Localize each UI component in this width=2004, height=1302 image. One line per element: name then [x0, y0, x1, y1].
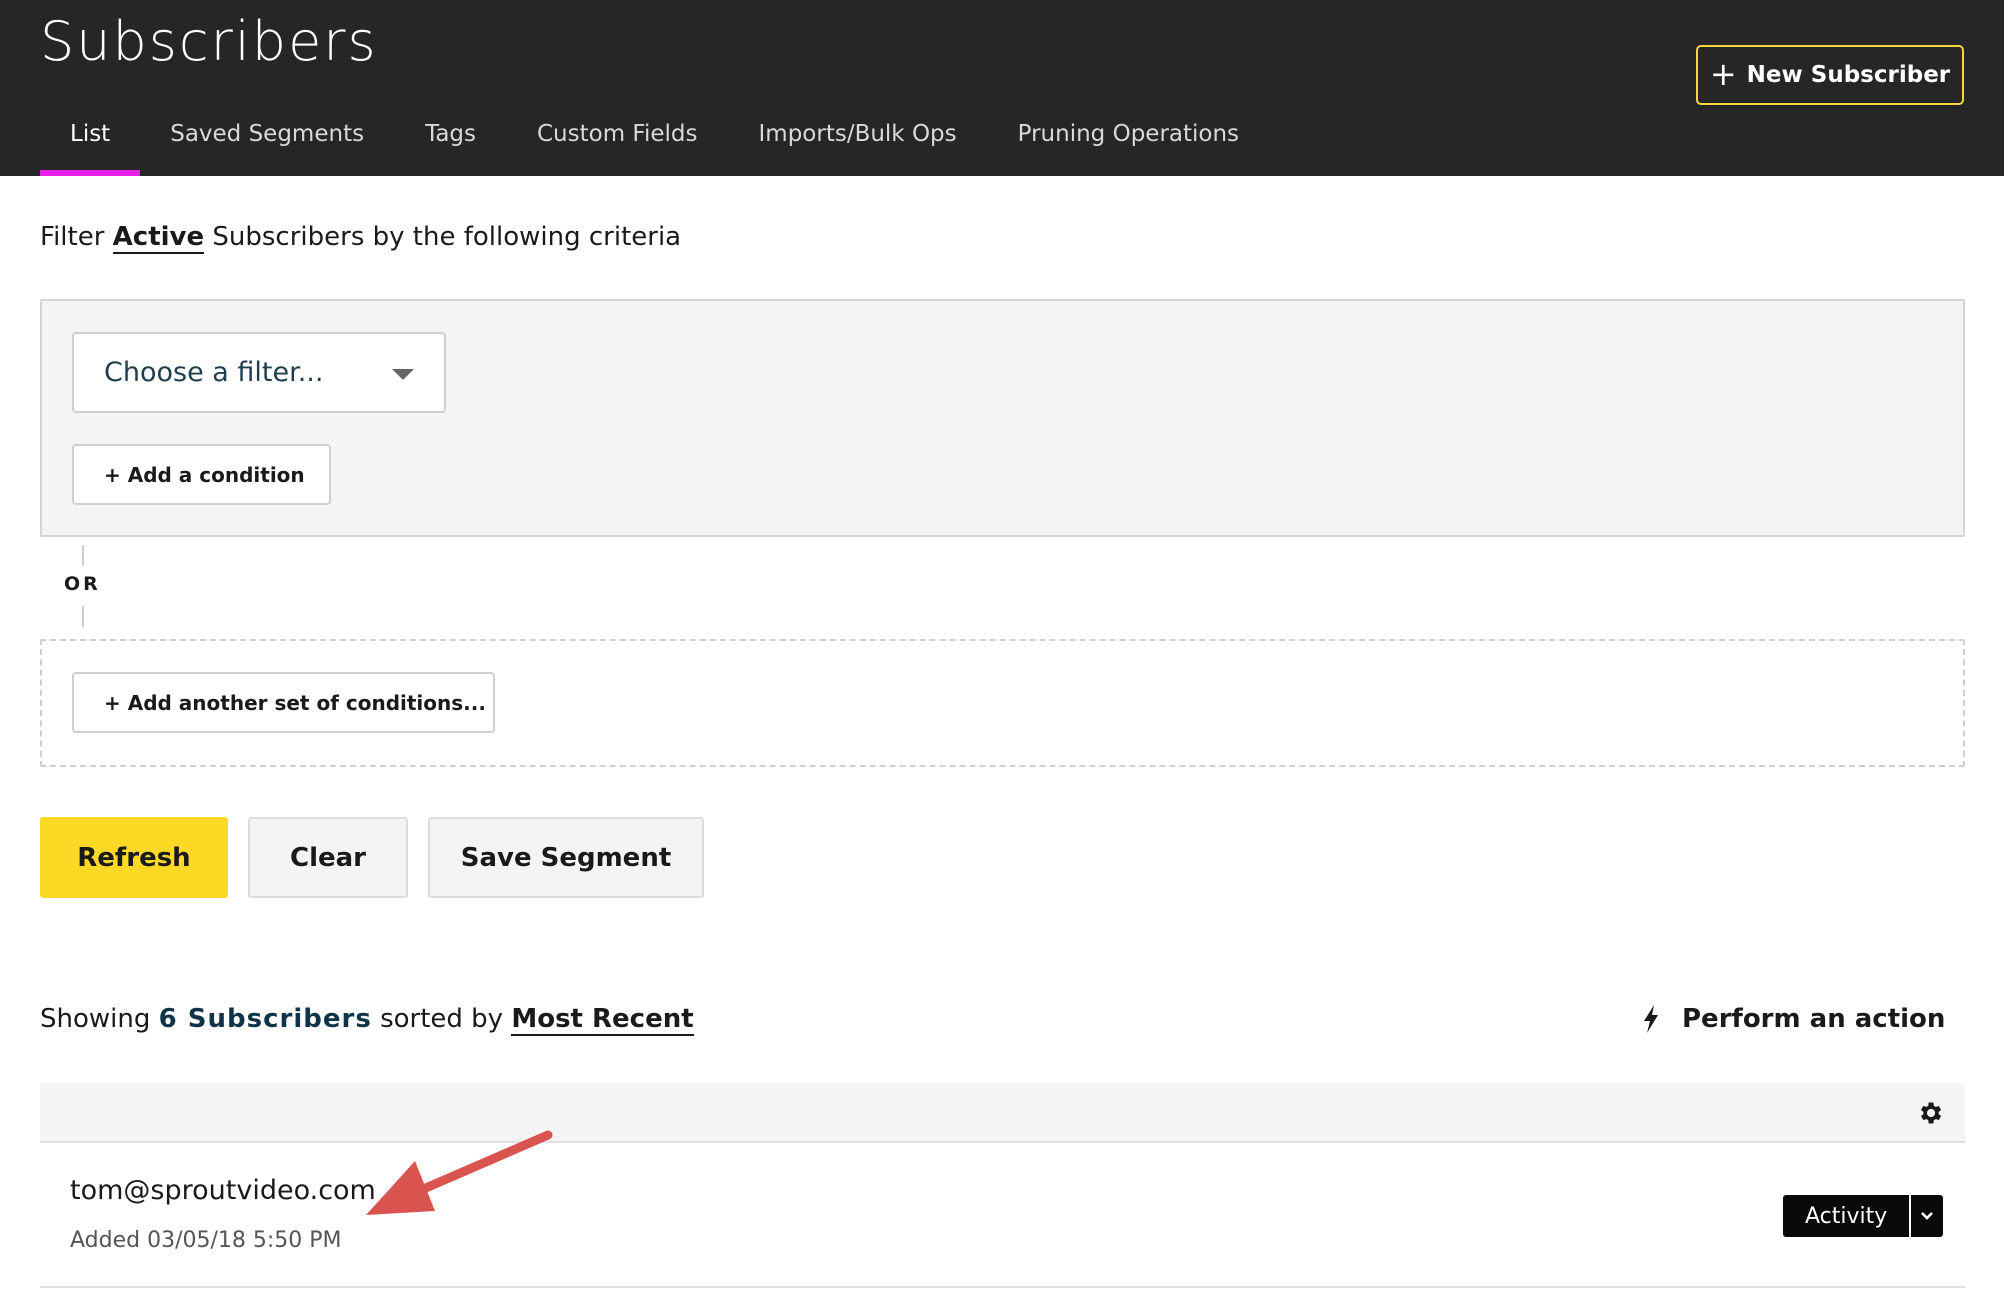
subscriber-count: 6 Subscribers [158, 1004, 372, 1034]
new-subscriber-button[interactable]: + New Subscriber [1696, 45, 1964, 105]
clear-button[interactable]: Clear [248, 817, 408, 898]
tab-custom-fields[interactable]: Custom Fields [537, 115, 698, 176]
save-segment-button[interactable]: Save Segment [428, 817, 704, 898]
filter-select-value: Choose a filter... [104, 357, 324, 388]
page-title: Subscribers [40, 10, 378, 73]
nav-tabs: List Saved Segments Tags Custom Fields I… [40, 115, 1300, 176]
or-divider-bottom [82, 606, 84, 627]
showing-label: Showing [40, 1004, 151, 1034]
filter-prefix: Filter [40, 222, 105, 252]
filter-suffix: Subscribers by the following criteria [212, 222, 682, 252]
row-actions-dropdown[interactable] [1911, 1195, 1944, 1237]
tab-list[interactable]: List [40, 115, 141, 176]
refresh-button[interactable]: Refresh [40, 817, 228, 898]
filter-description: Filter Active Subscribers by the followi… [40, 222, 682, 254]
perform-action-label: Perform an action [1682, 1004, 1946, 1034]
table-row [40, 1143, 1965, 1288]
subscriber-added-date: Added 03/05/18 5:50 PM [70, 1228, 342, 1253]
caret-down-icon [392, 369, 414, 380]
sorted-by-label: sorted by [380, 1004, 504, 1034]
sort-selector[interactable]: Most Recent [511, 1004, 694, 1036]
add-condition-set-button[interactable]: + Add another set of conditions... [72, 672, 495, 733]
tab-saved-segments[interactable]: Saved Segments [170, 115, 364, 176]
chevron-down-icon [1921, 1212, 1934, 1220]
plus-icon: + [1709, 54, 1737, 93]
annotation-arrow-icon [366, 1130, 553, 1215]
tab-imports-bulk-ops[interactable]: Imports/Bulk Ops [759, 115, 957, 176]
tab-tags[interactable]: Tags [425, 115, 476, 176]
filter-select[interactable]: Choose a filter... [72, 332, 446, 413]
results-summary: Showing 6 Subscribers sorted by Most Rec… [40, 1004, 694, 1036]
activity-button-group: Activity [1783, 1195, 1944, 1237]
add-condition-button[interactable]: + Add a condition [72, 444, 331, 505]
activity-button[interactable]: Activity [1783, 1195, 1910, 1237]
page-header: Subscribers + New Subscriber List Saved … [0, 0, 2004, 176]
subscriber-email[interactable]: tom@sproutvideo.com [70, 1175, 376, 1206]
perform-action-button[interactable]: Perform an action [1642, 1004, 1945, 1034]
tab-pruning-operations[interactable]: Pruning Operations [1018, 115, 1239, 176]
or-label: OR [64, 573, 101, 595]
new-subscriber-label: New Subscriber [1746, 62, 1951, 88]
status-selector[interactable]: Active [112, 222, 205, 254]
or-divider-top [82, 545, 84, 566]
table-header [40, 1083, 1965, 1143]
gear-icon[interactable] [1916, 1099, 1944, 1127]
lightning-icon [1644, 1005, 1658, 1033]
